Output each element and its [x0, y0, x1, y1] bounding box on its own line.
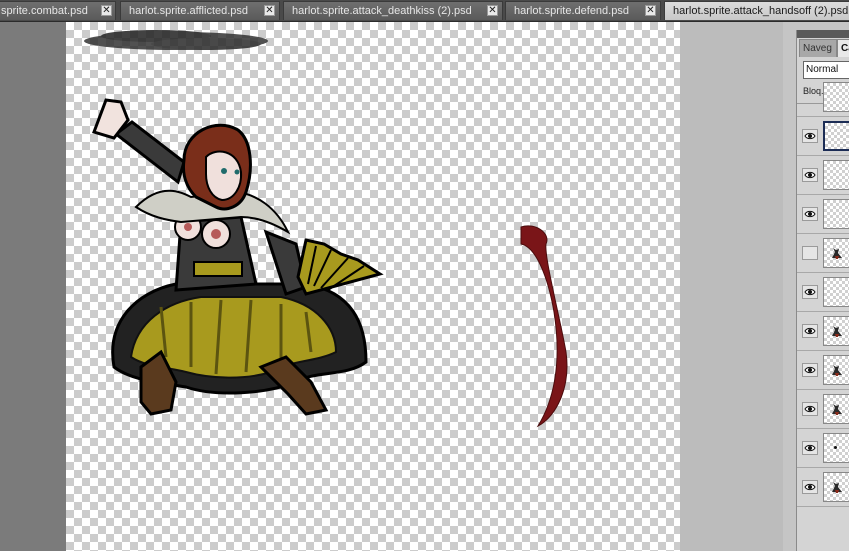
visibility-eye-icon[interactable]: [802, 246, 818, 260]
layer-thumbnail: [823, 160, 849, 190]
layer-row[interactable]: [797, 312, 849, 351]
layer-row[interactable]: [797, 156, 849, 195]
tab-defend[interactable]: harlot.sprite.defend.psd ✕: [505, 1, 661, 20]
visibility-eye-icon[interactable]: [802, 207, 818, 221]
tab-afflicted[interactable]: harlot.sprite.afflicted.psd ✕: [120, 1, 280, 20]
close-icon[interactable]: ✕: [101, 5, 112, 16]
visibility-eye-icon[interactable]: [802, 324, 818, 338]
tab-attack-handsoff[interactable]: harlot.sprite.attack_handsoff (2).psd: [664, 1, 849, 20]
tab-label: harlot.sprite.defend.psd: [514, 5, 629, 17]
visibility-eye-icon[interactable]: [802, 441, 818, 455]
tab-sprite-combat[interactable]: sprite.combat.psd ✕: [0, 1, 116, 20]
layer-row[interactable]: [797, 429, 849, 468]
shadow-blob: [84, 30, 268, 50]
layer-row[interactable]: [797, 273, 849, 312]
tab-label: harlot.sprite.afflicted.psd: [129, 5, 249, 17]
layer-thumbnail: [823, 199, 849, 229]
layer-list: [797, 82, 849, 551]
tab-navigator[interactable]: Naveg: [799, 39, 837, 57]
layer-row[interactable]: [797, 351, 849, 390]
visibility-eye-icon[interactable]: [802, 363, 818, 377]
blood-slash: [520, 225, 568, 428]
layer-row[interactable]: [797, 234, 849, 273]
layer-thumbnail: [823, 433, 849, 463]
visibility-eye-icon[interactable]: [802, 480, 818, 494]
canvas-area[interactable]: [0, 22, 783, 551]
figure-thumbnail-icon: [830, 480, 844, 494]
figure-thumbnail-icon: [830, 402, 844, 416]
visibility-eye-icon[interactable]: [802, 402, 818, 416]
layer-thumbnail: [823, 355, 849, 385]
tab-attack-deathkiss[interactable]: harlot.sprite.attack_deathkiss (2).psd ✕: [283, 1, 503, 20]
canvas-margin: [680, 22, 783, 551]
document-canvas[interactable]: [66, 22, 680, 551]
figure-thumbnail-icon: [830, 324, 844, 338]
panel-header[interactable]: [797, 30, 849, 38]
layer-row[interactable]: [797, 117, 849, 156]
layer-thumbnail: [823, 121, 849, 151]
layer-row[interactable]: [797, 390, 849, 429]
document-tab-bar: sprite.combat.psd ✕ harlot.sprite.afflic…: [0, 0, 849, 22]
dot-thumbnail-icon: [834, 446, 837, 449]
layer-thumbnail: [823, 277, 849, 307]
visibility-eye-icon[interactable]: [802, 168, 818, 182]
tab-layers[interactable]: Ca: [837, 39, 849, 57]
layers-panel: Naveg Ca Normal Bloq.:: [796, 30, 849, 551]
close-icon[interactable]: ✕: [487, 5, 498, 16]
layer-thumbnail: [823, 394, 849, 424]
figure-thumbnail-icon: [830, 363, 844, 377]
layer-row[interactable]: [797, 78, 849, 117]
layer-thumbnail: [823, 238, 849, 268]
blend-mode-select[interactable]: Normal: [803, 61, 849, 79]
figure-thumbnail-icon: [830, 246, 844, 260]
tab-label: harlot.sprite.attack_handsoff (2).psd: [673, 5, 849, 17]
close-icon[interactable]: ✕: [264, 5, 275, 16]
character-figure: [92, 98, 384, 416]
visibility-eye-icon[interactable]: [802, 129, 818, 143]
close-icon[interactable]: ✕: [645, 5, 656, 16]
visibility-eye-icon[interactable]: [802, 285, 818, 299]
layer-row[interactable]: [797, 195, 849, 234]
tab-label: harlot.sprite.attack_deathkiss (2).psd: [292, 5, 472, 17]
layer-thumbnail: [823, 82, 849, 112]
tab-label: sprite.combat.psd: [1, 5, 88, 17]
layer-thumbnail: [823, 472, 849, 502]
layer-row[interactable]: [797, 468, 849, 507]
sprite-artwork: [84, 30, 568, 428]
layer-thumbnail: [823, 316, 849, 346]
